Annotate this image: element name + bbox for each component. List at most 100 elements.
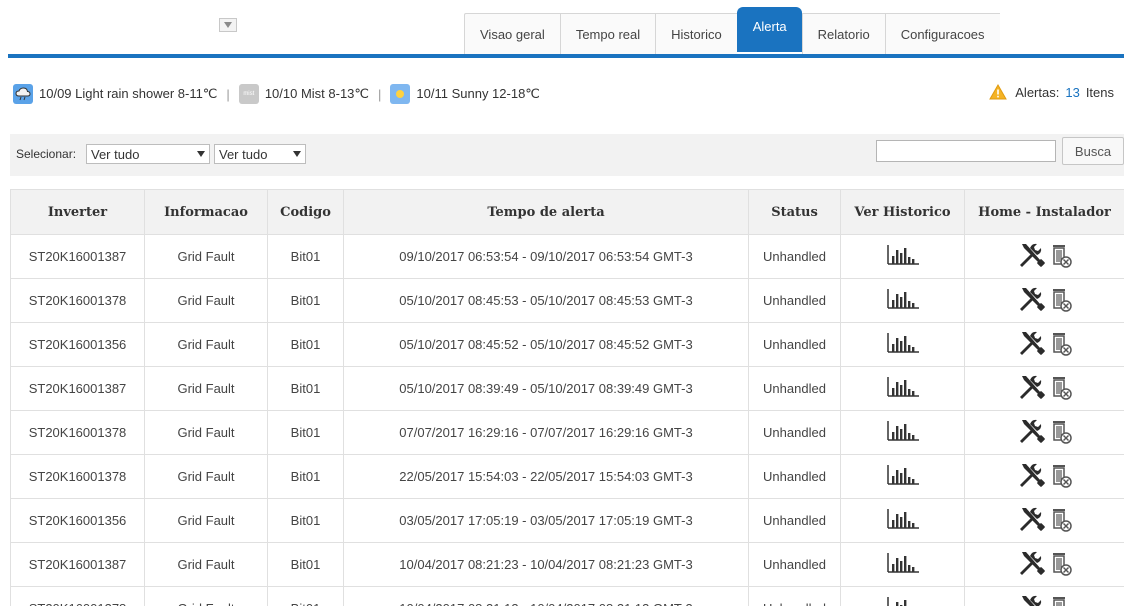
cell-ver-historico [840, 586, 965, 606]
filter-select-2[interactable]: Ver tudo [214, 144, 306, 164]
cell-inverter: ST20K16001378 [10, 278, 145, 323]
weather-separator: | [226, 86, 230, 102]
cell-informacao: Grid Fault [144, 278, 268, 323]
cell-ver-historico [840, 322, 965, 367]
mist-icon: mist [238, 84, 259, 104]
filter-select-1-value: Ver tudo [91, 146, 140, 162]
col-header-inverter[interactable]: Inverter [10, 189, 145, 235]
bar-chart-icon[interactable] [886, 552, 920, 577]
col-header-tempo-alerta[interactable]: Tempo de alerta [343, 189, 749, 235]
cell-codigo: Bit01 [267, 234, 344, 279]
col-header-ver-historico[interactable]: Ver Historico [840, 189, 965, 235]
search-input[interactable] [876, 140, 1056, 162]
table-row: ST20K16001356 Grid Fault Bit01 03/05/2017 1… [10, 498, 1124, 543]
tab-configuracoes[interactable]: Configuracoes [884, 13, 1000, 54]
cell-status: Unhandled [748, 542, 841, 587]
cell-home-instalador [964, 586, 1124, 606]
tab-historico[interactable]: Historico [655, 13, 737, 54]
bar-chart-icon[interactable] [886, 244, 920, 269]
cell-inverter: ST20K16001356 [10, 322, 145, 367]
col-header-informacao[interactable]: Informacao [144, 189, 268, 235]
filter-bar: Selecionar: Ver tudo Ver tudo Busca [10, 134, 1124, 176]
table-row: ST20K16001356 Grid Fault Bit01 05/10/2017 0… [10, 322, 1124, 367]
cell-inverter: ST20K16001356 [10, 498, 145, 543]
cell-codigo: Bit01 [267, 366, 344, 411]
cell-home-instalador [964, 234, 1124, 279]
bar-chart-icon[interactable] [886, 596, 920, 606]
cell-inverter: ST20K16001387 [10, 234, 145, 279]
cell-informacao: Grid Fault [144, 410, 268, 455]
bar-chart-icon[interactable] [886, 420, 920, 445]
cell-inverter: ST20K16001378 [10, 410, 145, 455]
cell-status: Unhandled [748, 410, 841, 455]
table-row: ST20K16001378Grid FaultBit0110/04/2017 0… [10, 586, 1124, 606]
tools-icon[interactable] [1017, 594, 1047, 606]
alerts-count: Alertas: 13 Itens [989, 84, 1114, 100]
cell-tempo-alerta: 05/10/2017 08:39:49 - 05/10/2017 08:39:4… [343, 366, 749, 411]
tab-relatorio[interactable]: Relatorio [801, 13, 885, 54]
table-row: ST20K16001378 Grid Fault Bit01 05/10/2017 0… [10, 278, 1124, 323]
tab-visao-geral[interactable]: Visao geral [464, 13, 560, 54]
search-button[interactable]: Busca [1062, 137, 1124, 165]
filter-select-2-value: Ver tudo [219, 146, 268, 162]
chevron-down-icon [224, 22, 232, 28]
delete-bin-icon[interactable] [1051, 550, 1073, 579]
table-row: ST20K16001387 Grid Fault Bit01 05/10/2017 0… [10, 366, 1124, 411]
weather-separator: | [378, 86, 382, 102]
weather-day-1: 10/09 Light rain shower 8-11℃ [39, 86, 218, 101]
tools-icon[interactable] [1017, 286, 1047, 315]
alerts-label: Alertas: [1015, 84, 1060, 100]
delete-bin-icon[interactable] [1051, 286, 1073, 315]
alerts-number: 13 [1065, 84, 1080, 100]
delete-bin-icon[interactable] [1051, 418, 1073, 447]
tools-icon[interactable] [1017, 418, 1047, 447]
alerts-unit: Itens [1085, 84, 1114, 100]
delete-bin-icon[interactable] [1051, 374, 1073, 403]
cell-inverter: ST20K16001387 [10, 366, 145, 411]
table-header-row: Inverter Informacao Codigo Tempo de aler… [10, 189, 1124, 235]
filter-select-1[interactable]: Ver tudo [86, 144, 210, 164]
tab-alerta[interactable]: Alerta [736, 7, 802, 52]
tools-icon[interactable] [1017, 506, 1047, 535]
tools-icon[interactable] [1017, 242, 1047, 271]
cell-tempo-alerta: 07/07/2017 16:29:16 - 07/07/2017 16:29:1… [343, 410, 749, 455]
col-header-home-instalador[interactable]: Home - Instalador [964, 189, 1124, 235]
tools-icon[interactable] [1017, 374, 1047, 403]
table-row: ST20K16001378 Grid Fault Bit01 07/07/2017 1… [10, 410, 1124, 455]
cell-informacao: Grid Fault [144, 454, 268, 499]
delete-bin-icon[interactable] [1051, 506, 1073, 535]
bar-chart-icon[interactable] [886, 332, 920, 357]
caret-down-icon [197, 151, 205, 157]
bar-chart-icon[interactable] [886, 508, 920, 533]
col-header-codigo[interactable]: Codigo [267, 189, 344, 235]
tab-tempo-real[interactable]: Tempo real [559, 13, 656, 54]
cell-informacao: Grid Fault [144, 366, 268, 411]
tools-icon[interactable] [1017, 550, 1047, 579]
delete-bin-icon[interactable] [1051, 594, 1073, 606]
header-dropdown-toggle[interactable] [219, 18, 237, 32]
bar-chart-icon[interactable] [886, 288, 920, 313]
table-row: ST20K16001378 Grid Fault Bit01 22/05/2017 1… [10, 454, 1124, 499]
cell-informacao: Grid Fault [144, 234, 268, 279]
tools-icon[interactable] [1017, 462, 1047, 491]
table-row: ST20K16001387 Grid Fault Bit01 10/04/2017 0… [10, 542, 1124, 587]
cell-tempo-alerta: 05/10/2017 08:45:53 - 05/10/2017 08:45:5… [343, 278, 749, 323]
cell-tempo-alerta: 09/10/2017 06:53:54 - 09/10/2017 06:53:5… [343, 234, 749, 279]
bar-chart-icon[interactable] [886, 376, 920, 401]
cell-tempo-alerta: 10/04/2017 08:21:23 - 10/04/2017 08:21:2… [343, 542, 749, 587]
weather-day-3: 10/11 Sunny 12-18℃ [416, 86, 540, 101]
cell-codigo: Bit01 [267, 498, 344, 543]
bar-chart-icon[interactable] [886, 464, 920, 489]
cell-codigo: Bit01 [267, 586, 344, 606]
cell-ver-historico [840, 498, 965, 543]
delete-bin-icon[interactable] [1051, 242, 1073, 271]
header-divider [8, 54, 1124, 58]
tools-icon[interactable] [1017, 330, 1047, 359]
cell-status: Unhandled [748, 278, 841, 323]
col-header-status[interactable]: Status [748, 189, 841, 235]
delete-bin-icon[interactable] [1051, 462, 1073, 491]
delete-bin-icon[interactable] [1051, 330, 1073, 359]
cell-inverter: ST20K16001378 [10, 586, 145, 606]
cell-codigo: Bit01 [267, 454, 344, 499]
alerts-table-body: ST20K16001387 Grid Fault Bit01 09/10/2017 0… [10, 234, 1124, 606]
